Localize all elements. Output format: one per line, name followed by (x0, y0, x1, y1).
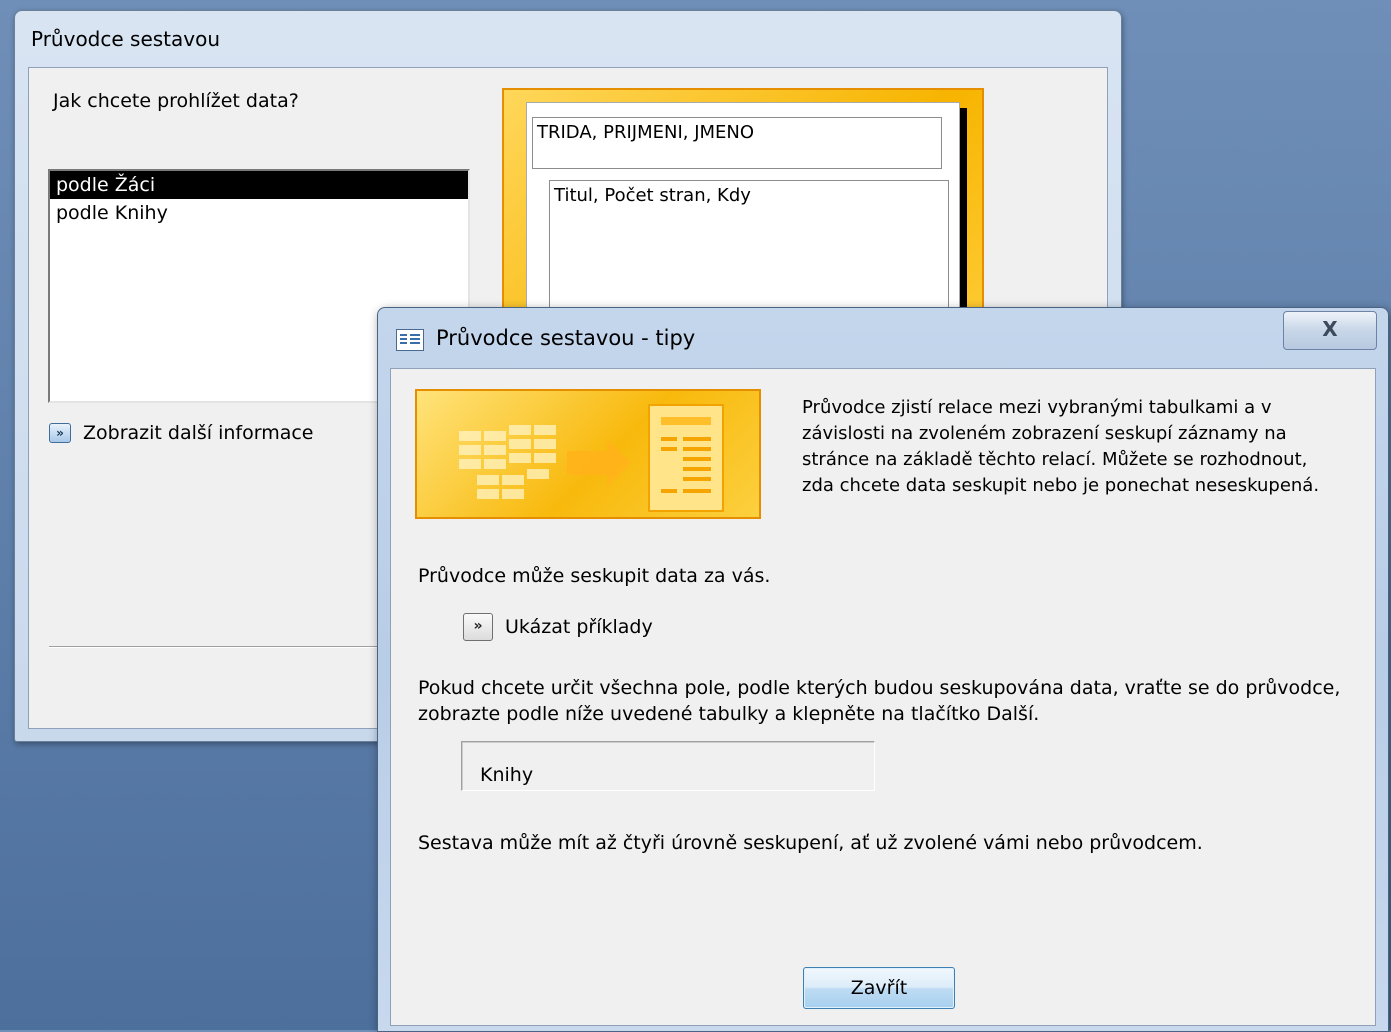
tips-dialog-client: Průvodce zjistí relace mezi vybranými ta… (390, 368, 1376, 1026)
zavrit-button[interactable]: Zavřít (803, 967, 955, 1009)
wizard-window-title: Průvodce sestavou (31, 27, 221, 51)
list-item-podle-zaci[interactable]: podle Žáci (50, 171, 468, 199)
double-chevron-icon: » (463, 613, 493, 641)
grouping-description: Průvodce zjistí relace mezi vybranými ta… (802, 397, 1320, 496)
show-examples-label: Ukázat příklady (505, 616, 653, 638)
preview-group-fields: TRIDA, PRIJMENI, JMENO (532, 117, 942, 169)
table-name-box: Knihy (461, 741, 875, 791)
list-item-podle-knihy[interactable]: podle Knihy (50, 199, 468, 227)
close-icon: X (1322, 317, 1338, 341)
tips-dialog: Průvodce sestavou - tipy X Průvodce zjis… (377, 307, 1389, 1032)
view-question: Jak chcete prohlížet data? (53, 90, 299, 112)
text-grouping: Průvodce může seskupit data za vás. (418, 565, 771, 587)
close-button[interactable]: X (1283, 311, 1377, 350)
more-info-link[interactable]: » Zobrazit další informace (49, 422, 314, 444)
more-info-label: Zobrazit další informace (83, 422, 314, 444)
text-fields: Pokud chcete určit všechna pole, podle k… (418, 677, 1341, 725)
grouping-illustration-svg (459, 404, 724, 512)
wizard-illustration-icon (415, 389, 761, 519)
double-chevron-icon: » (49, 423, 71, 443)
table-name: Knihy (480, 764, 534, 786)
report-icon (396, 329, 424, 351)
tips-dialog-title: Průvodce sestavou - tipy (436, 326, 696, 350)
text-levels: Sestava může mít až čtyři úrovně seskupe… (418, 832, 1203, 854)
show-examples-link[interactable]: » Ukázat příklady (463, 613, 653, 641)
